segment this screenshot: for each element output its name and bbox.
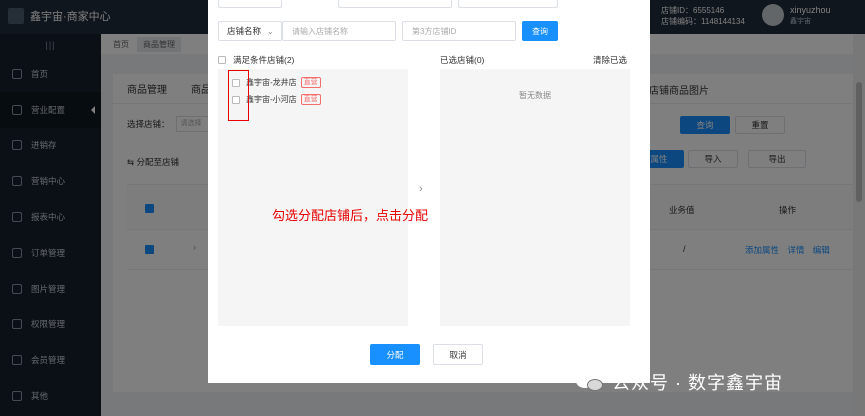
watermark-text: 公众号 · 数字鑫宇宙 <box>612 373 783 393</box>
store-name: 鑫宇宙-小河店 <box>246 95 297 104</box>
chevron-down-icon: ⌄ <box>267 26 274 36</box>
selected-stores-title: 已选店铺(0) <box>440 55 485 65</box>
store-name-input[interactable]: 请输入店铺名称 <box>282 21 396 41</box>
store-type-badge: 直营 <box>300 94 321 105</box>
clear-selected-button[interactable]: 清除已选 <box>593 54 627 66</box>
search-field-value: 店铺名称 <box>227 26 262 36</box>
available-stores-title: 满足条件店铺(2) <box>233 55 295 65</box>
search-field-select[interactable]: 店铺名称 ⌄ <box>218 21 282 41</box>
assign-button[interactable]: 分配 <box>370 344 420 365</box>
cancel-button[interactable]: 取消 <box>433 344 483 365</box>
chevron-right-icon[interactable]: › <box>419 183 423 195</box>
assign-store-dialog: 店铺名称 ⌄ 请输入店铺名称 第3方店铺ID 查询 满足条件店铺(2) 鑫宇宙-… <box>208 0 650 383</box>
select-all-checkbox[interactable] <box>218 56 226 64</box>
instruction-annotation: 勾选分配店铺后，点击分配 <box>272 208 429 223</box>
available-stores-header: 满足条件店铺(2) <box>218 54 294 66</box>
third-party-id-input[interactable]: 第3方店铺ID <box>402 21 516 41</box>
clipped-filter-input[interactable] <box>218 0 282 8</box>
selected-stores-list: 暂无数据 <box>440 69 630 326</box>
wechat-icon <box>576 371 604 393</box>
search-button[interactable]: 查询 <box>522 21 558 41</box>
store-type-badge: 直营 <box>300 77 321 88</box>
store-name: 鑫宇宙-龙井店 <box>246 78 297 87</box>
checkbox-highlight-box <box>228 70 249 121</box>
clipped-filter-input[interactable] <box>338 0 452 8</box>
empty-state: 暂无数据 <box>519 91 551 100</box>
clipped-filter-input[interactable] <box>458 0 558 8</box>
watermark: 公众号 · 数字鑫宇宙 <box>576 369 783 395</box>
